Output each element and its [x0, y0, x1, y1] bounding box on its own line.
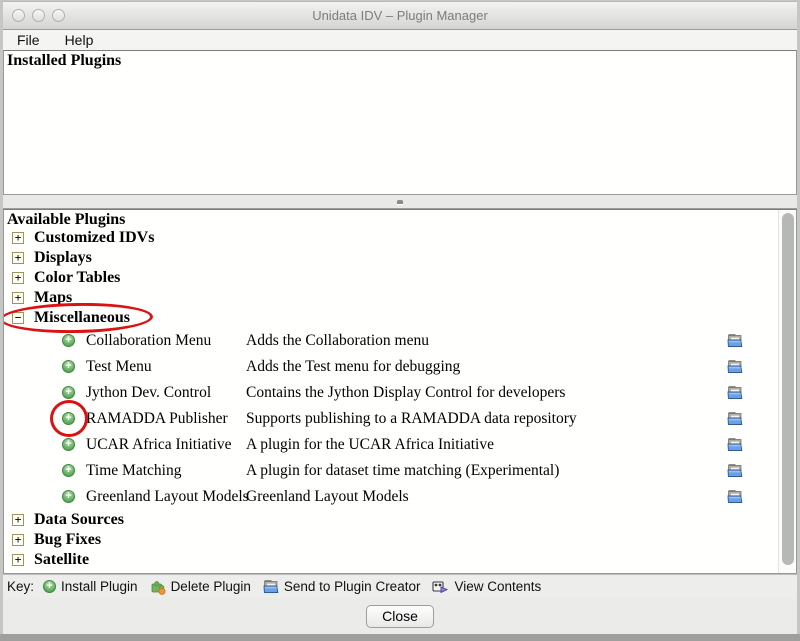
collapse-icon[interactable]: −: [12, 312, 24, 324]
expand-icon[interactable]: +: [12, 272, 24, 284]
menu-file[interactable]: File: [15, 32, 42, 48]
category-label: Color Tables: [34, 269, 120, 287]
plugin-name: Jython Dev. Control: [86, 380, 211, 406]
category-maps[interactable]: + Maps: [4, 288, 796, 308]
available-plugins-panel: Available Plugins + Customized IDVs + Di…: [3, 209, 797, 574]
install-plugin-icon[interactable]: [62, 360, 75, 373]
send-to-plugin-creator-icon[interactable]: [727, 333, 743, 348]
plugin-description: Adds the Collaboration menu: [246, 328, 429, 354]
send-to-plugin-creator-icon: [263, 579, 279, 594]
window-frame-bottom: [0, 634, 800, 641]
close-button[interactable]: Close: [366, 605, 434, 628]
delete-plugin-icon: [150, 579, 166, 595]
category-satellite[interactable]: + Satellite: [4, 550, 796, 570]
category-label: Satellite: [34, 551, 89, 569]
plugin-name: Test Menu: [86, 354, 152, 380]
plugin-row-time-matching[interactable]: Time Matching A plugin for dataset time …: [4, 458, 796, 484]
footer-bar: Close: [3, 598, 797, 635]
category-label: Bug Fixes: [34, 531, 101, 549]
plugin-name: UCAR Africa Initiative: [86, 432, 232, 458]
plugin-name: Time Matching: [86, 458, 181, 484]
plugin-description: Supports publishing to a RAMADDA data re…: [246, 406, 577, 432]
view-contents-icon: [432, 579, 449, 595]
send-to-plugin-creator-icon[interactable]: [727, 463, 743, 478]
send-to-plugin-creator-icon[interactable]: [727, 411, 743, 426]
installed-plugins-panel: Installed Plugins: [3, 50, 797, 195]
install-plugin-icon[interactable]: [62, 334, 75, 347]
plugin-description: Adds the Test menu for debugging: [246, 354, 460, 380]
key-view-label: View Contents: [454, 579, 541, 594]
key-install-label: Install Plugin: [61, 579, 138, 594]
install-plugin-icon[interactable]: [62, 412, 75, 425]
title-bar[interactable]: Unidata IDV – Plugin Manager: [3, 2, 797, 30]
expand-icon[interactable]: +: [12, 292, 24, 304]
installed-plugins-header: Installed Plugins: [4, 51, 796, 69]
category-bug-fixes[interactable]: + Bug Fixes: [4, 530, 796, 550]
window-title: Unidata IDV – Plugin Manager: [3, 8, 797, 23]
category-label: Data Sources: [34, 511, 124, 529]
expand-icon[interactable]: +: [12, 554, 24, 566]
send-to-plugin-creator-icon[interactable]: [727, 437, 743, 452]
plugin-description: Contains the Jython Display Control for …: [246, 380, 565, 406]
send-to-plugin-creator-icon[interactable]: [727, 385, 743, 400]
vertical-scrollbar[interactable]: [778, 210, 796, 573]
category-displays[interactable]: + Displays: [4, 248, 796, 268]
send-to-plugin-creator-icon[interactable]: [727, 359, 743, 374]
install-plugin-icon[interactable]: [62, 438, 75, 451]
category-label: Miscellaneous: [34, 309, 130, 327]
plugin-row-test-menu[interactable]: Test Menu Adds the Test menu for debuggi…: [4, 354, 796, 380]
panel-splitter[interactable]: [3, 195, 797, 209]
expand-icon[interactable]: +: [12, 232, 24, 244]
plugin-name: Collaboration Menu: [86, 328, 211, 354]
menu-help[interactable]: Help: [63, 32, 96, 48]
category-data-sources[interactable]: + Data Sources: [4, 510, 796, 530]
splitter-grip-icon[interactable]: [397, 200, 403, 204]
plugin-description: A plugin for the UCAR Africa Initiative: [246, 432, 494, 458]
install-plugin-icon[interactable]: [62, 386, 75, 399]
send-to-plugin-creator-icon[interactable]: [727, 489, 743, 504]
expand-icon[interactable]: +: [12, 252, 24, 264]
install-plugin-icon[interactable]: [62, 464, 75, 477]
category-color-tables[interactable]: + Color Tables: [4, 268, 796, 288]
plugin-row-greenland-layout-models[interactable]: Greenland Layout Models Greenland Layout…: [4, 484, 796, 510]
plugin-row-ucar-africa-initiative[interactable]: UCAR Africa Initiative A plugin for the …: [4, 432, 796, 458]
key-bar: Key: Install Plugin Delete Plugin Send t…: [3, 574, 797, 598]
install-plugin-icon[interactable]: [62, 490, 75, 503]
plugin-description: A plugin for dataset time matching (Expe…: [246, 458, 559, 484]
menu-bar: File Help: [3, 30, 797, 50]
category-label: Maps: [34, 289, 72, 307]
plugin-row-jython-dev-control[interactable]: Jython Dev. Control Contains the Jython …: [4, 380, 796, 406]
category-label: Displays: [34, 249, 92, 267]
available-plugins-header: Available Plugins: [4, 210, 796, 228]
plugin-manager-window: Unidata IDV – Plugin Manager File Help I…: [3, 1, 797, 634]
plugin-name: Greenland Layout Models: [86, 484, 249, 510]
plugin-description: Greenland Layout Models: [246, 484, 409, 510]
expand-icon[interactable]: +: [12, 514, 24, 526]
key-label: Key:: [7, 579, 34, 594]
plugin-row-ramadda-publisher[interactable]: RAMADDA Publisher Supports publishing to…: [4, 406, 796, 432]
expand-icon[interactable]: +: [12, 534, 24, 546]
plugin-row-collaboration-menu[interactable]: Collaboration Menu Adds the Collaboratio…: [4, 328, 796, 354]
key-send-label: Send to Plugin Creator: [284, 579, 421, 594]
install-plugin-icon: [43, 580, 56, 593]
category-customized-idvs[interactable]: + Customized IDVs: [4, 228, 796, 248]
key-delete-label: Delete Plugin: [171, 579, 251, 594]
scrollbar-thumb[interactable]: [782, 213, 794, 565]
category-miscellaneous[interactable]: − Miscellaneous: [4, 308, 796, 328]
plugin-name: RAMADDA Publisher: [86, 406, 228, 432]
category-label: Customized IDVs: [34, 229, 154, 247]
